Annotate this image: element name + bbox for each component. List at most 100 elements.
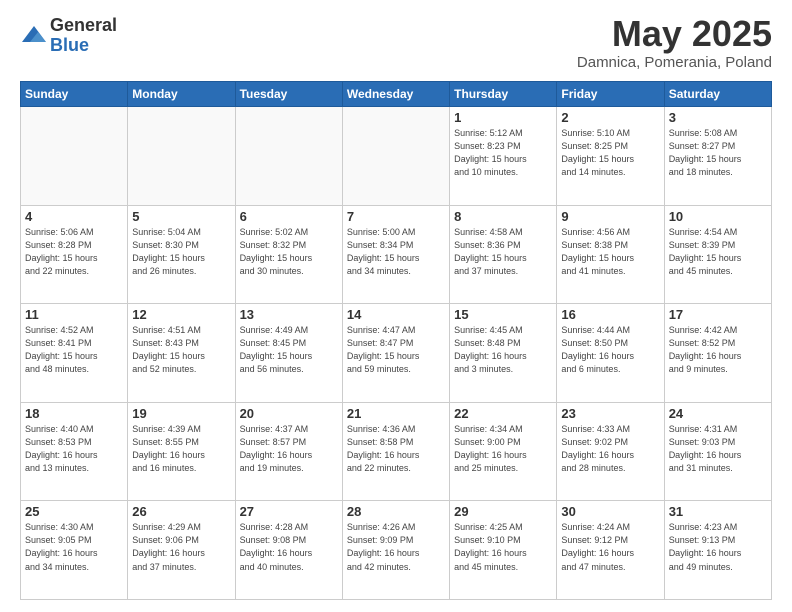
day-info: Sunrise: 4:40 AM Sunset: 8:53 PM Dayligh… [25, 423, 123, 475]
calendar-cell: 17Sunrise: 4:42 AM Sunset: 8:52 PM Dayli… [664, 304, 771, 403]
calendar-cell [21, 107, 128, 206]
day-number: 17 [669, 307, 767, 322]
day-info: Sunrise: 4:34 AM Sunset: 9:00 PM Dayligh… [454, 423, 552, 475]
calendar-cell: 24 Sunrise: 4:31 AM Sunset: 9:03 PM Dayli… [664, 402, 771, 501]
day-info: Sunrise: 4:23 AM Sunset: 9:13 PM Dayligh… [669, 521, 767, 573]
day-info: Sunrise: 4:25 AM Sunset: 9:10 PM Dayligh… [454, 521, 552, 573]
weekday-header-friday: Friday [557, 82, 664, 107]
weekday-header-tuesday: Tuesday [235, 82, 342, 107]
day-info: Sunrise: 5:10 AM Sunset: 8:25 PM Dayligh… [561, 127, 659, 179]
calendar-cell: 1 Sunrise: 5:12 AM Sunset: 8:23 PM Daylig… [450, 107, 557, 206]
day-number: 4 [25, 209, 123, 224]
calendar-cell: 16 Sunrise: 4:44 AM Sunset: 8:50 PM Dayli… [557, 304, 664, 403]
calendar-cell: 5 Sunrise: 5:04 AM Sunset: 8:30 PM Daylig… [128, 205, 235, 304]
day-number: 23 [561, 406, 659, 421]
day-info: Sunrise: 4:52 AM Sunset: 8:41 PM Dayligh… [25, 324, 123, 376]
day-info: Sunrise: 4:29 AM Sunset: 9:06 PM Dayligh… [132, 521, 230, 573]
day-info: Sunrise: 4:44 AM Sunset: 8:50 PM Dayligh… [561, 324, 659, 376]
calendar-cell: 7 Sunrise: 5:00 AM Sunset: 8:34 PM Daylig… [342, 205, 449, 304]
week-row-1: 4Sunrise: 5:06 AM Sunset: 8:28 PM Daylig… [21, 205, 772, 304]
day-number: 31 [669, 504, 767, 519]
calendar-cell: 15Sunrise: 4:45 AM Sunset: 8:48 PM Dayli… [450, 304, 557, 403]
day-number: 28 [347, 504, 445, 519]
calendar-cell: 18Sunrise: 4:40 AM Sunset: 8:53 PM Dayli… [21, 402, 128, 501]
weekday-header-wednesday: Wednesday [342, 82, 449, 107]
day-number: 19 [132, 406, 230, 421]
calendar-cell: 20Sunrise: 4:37 AM Sunset: 8:57 PM Dayli… [235, 402, 342, 501]
day-info: Sunrise: 4:47 AM Sunset: 8:47 PM Dayligh… [347, 324, 445, 376]
calendar-cell: 26 Sunrise: 4:29 AM Sunset: 9:06 PM Dayli… [128, 501, 235, 600]
calendar-table: SundayMondayTuesdayWednesdayThursdayFrid… [20, 81, 772, 600]
calendar-cell: 11 Sunrise: 4:52 AM Sunset: 8:41 PM Dayli… [21, 304, 128, 403]
day-number: 13 [240, 307, 338, 322]
day-number: 24 [669, 406, 767, 421]
logo-general: General [50, 16, 117, 36]
header: General Blue May 2025 Damnica, Pomerania… [20, 16, 772, 71]
day-info: Sunrise: 4:39 AM Sunset: 8:55 PM Dayligh… [132, 423, 230, 475]
calendar-cell: 10Sunrise: 4:54 AM Sunset: 8:39 PM Dayli… [664, 205, 771, 304]
weekday-header-thursday: Thursday [450, 82, 557, 107]
day-number: 30 [561, 504, 659, 519]
day-info: Sunrise: 4:26 AM Sunset: 9:09 PM Dayligh… [347, 521, 445, 573]
logo-icon [20, 22, 48, 50]
day-number: 6 [240, 209, 338, 224]
day-info: Sunrise: 4:33 AM Sunset: 9:02 PM Dayligh… [561, 423, 659, 475]
calendar: SundayMondayTuesdayWednesdayThursdayFrid… [20, 81, 772, 600]
calendar-cell: 9Sunrise: 4:56 AM Sunset: 8:38 PM Daylig… [557, 205, 664, 304]
day-info: Sunrise: 4:31 AM Sunset: 9:03 PM Dayligh… [669, 423, 767, 475]
day-number: 12 [132, 307, 230, 322]
day-info: Sunrise: 4:58 AM Sunset: 8:36 PM Dayligh… [454, 226, 552, 278]
day-number: 16 [561, 307, 659, 322]
day-number: 10 [669, 209, 767, 224]
week-row-2: 11 Sunrise: 4:52 AM Sunset: 8:41 PM Dayli… [21, 304, 772, 403]
weekday-header-monday: Monday [128, 82, 235, 107]
calendar-cell: 29Sunrise: 4:25 AM Sunset: 9:10 PM Dayli… [450, 501, 557, 600]
day-number: 14 [347, 307, 445, 322]
calendar-cell: 8Sunrise: 4:58 AM Sunset: 8:36 PM Daylig… [450, 205, 557, 304]
day-info: Sunrise: 4:56 AM Sunset: 8:38 PM Dayligh… [561, 226, 659, 278]
calendar-cell: 23 Sunrise: 4:33 AM Sunset: 9:02 PM Dayli… [557, 402, 664, 501]
day-number: 22 [454, 406, 552, 421]
calendar-cell: 21 Sunrise: 4:36 AM Sunset: 8:58 PM Dayli… [342, 402, 449, 501]
calendar-cell: 3Sunrise: 5:08 AM Sunset: 8:27 PM Daylig… [664, 107, 771, 206]
day-info: Sunrise: 5:00 AM Sunset: 8:34 PM Dayligh… [347, 226, 445, 278]
calendar-cell [235, 107, 342, 206]
day-info: Sunrise: 5:12 AM Sunset: 8:23 PM Dayligh… [454, 127, 552, 179]
day-info: Sunrise: 4:28 AM Sunset: 9:08 PM Dayligh… [240, 521, 338, 573]
day-number: 21 [347, 406, 445, 421]
day-info: Sunrise: 4:49 AM Sunset: 8:45 PM Dayligh… [240, 324, 338, 376]
weekday-header-sunday: Sunday [21, 82, 128, 107]
calendar-cell: 30Sunrise: 4:24 AM Sunset: 9:12 PM Dayli… [557, 501, 664, 600]
day-info: Sunrise: 4:45 AM Sunset: 8:48 PM Dayligh… [454, 324, 552, 376]
weekday-header-row: SundayMondayTuesdayWednesdayThursdayFrid… [21, 82, 772, 107]
day-info: Sunrise: 5:04 AM Sunset: 8:30 PM Dayligh… [132, 226, 230, 278]
day-number: 11 [25, 307, 123, 322]
day-number: 26 [132, 504, 230, 519]
day-number: 25 [25, 504, 123, 519]
calendar-cell: 4Sunrise: 5:06 AM Sunset: 8:28 PM Daylig… [21, 205, 128, 304]
page: General Blue May 2025 Damnica, Pomerania… [0, 0, 792, 612]
day-number: 3 [669, 110, 767, 125]
calendar-cell: 31 Sunrise: 4:23 AM Sunset: 9:13 PM Dayli… [664, 501, 771, 600]
logo-text: General Blue [50, 16, 117, 56]
calendar-cell: 14 Sunrise: 4:47 AM Sunset: 8:47 PM Dayli… [342, 304, 449, 403]
calendar-cell: 28 Sunrise: 4:26 AM Sunset: 9:09 PM Dayli… [342, 501, 449, 600]
calendar-cell: 6Sunrise: 5:02 AM Sunset: 8:32 PM Daylig… [235, 205, 342, 304]
calendar-cell: 2 Sunrise: 5:10 AM Sunset: 8:25 PM Daylig… [557, 107, 664, 206]
day-number: 1 [454, 110, 552, 125]
logo: General Blue [20, 16, 117, 56]
calendar-cell: 13 Sunrise: 4:49 AM Sunset: 8:45 PM Dayli… [235, 304, 342, 403]
month-title: May 2025 [577, 16, 772, 52]
day-number: 5 [132, 209, 230, 224]
weekday-header-saturday: Saturday [664, 82, 771, 107]
day-number: 2 [561, 110, 659, 125]
calendar-cell [342, 107, 449, 206]
calendar-cell [128, 107, 235, 206]
week-row-3: 18Sunrise: 4:40 AM Sunset: 8:53 PM Dayli… [21, 402, 772, 501]
day-number: 7 [347, 209, 445, 224]
day-info: Sunrise: 4:36 AM Sunset: 8:58 PM Dayligh… [347, 423, 445, 475]
calendar-cell: 27Sunrise: 4:28 AM Sunset: 9:08 PM Dayli… [235, 501, 342, 600]
logo-blue: Blue [50, 36, 117, 56]
week-row-0: 1 Sunrise: 5:12 AM Sunset: 8:23 PM Daylig… [21, 107, 772, 206]
day-info: Sunrise: 4:30 AM Sunset: 9:05 PM Dayligh… [25, 521, 123, 573]
